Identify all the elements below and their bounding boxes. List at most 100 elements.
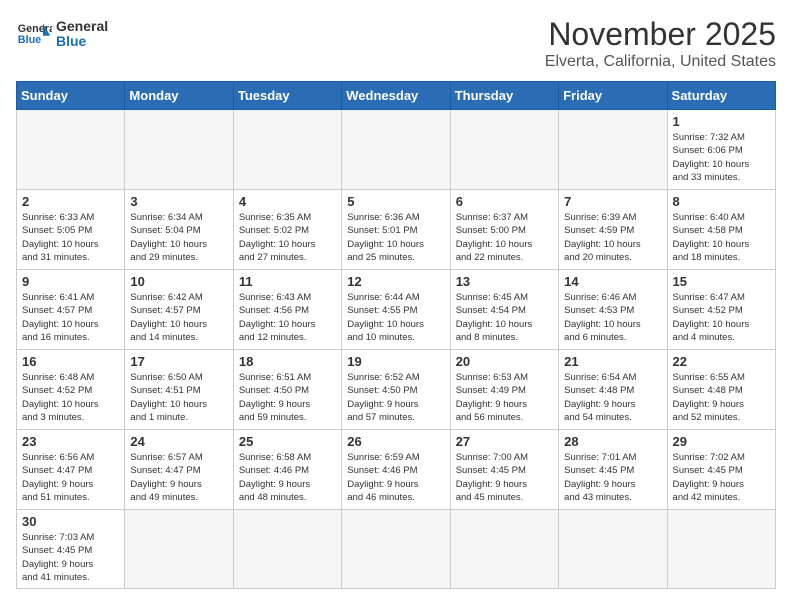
logo-text: General Blue bbox=[56, 19, 108, 50]
day-number: 14 bbox=[564, 274, 661, 289]
calendar-cell: 4 Sunrise: 6:35 AM Sunset: 5:02 PM Daylig… bbox=[233, 190, 341, 270]
day-info: Sunrise: 7:01 AM Sunset: 4:45 PM Dayligh… bbox=[564, 451, 661, 504]
day-info: Sunrise: 6:39 AM Sunset: 4:59 PM Dayligh… bbox=[564, 211, 661, 264]
day-info: Sunrise: 6:54 AM Sunset: 4:48 PM Dayligh… bbox=[564, 371, 661, 424]
day-number: 28 bbox=[564, 434, 661, 449]
day-number: 27 bbox=[456, 434, 553, 449]
day-info: Sunrise: 6:36 AM Sunset: 5:01 PM Dayligh… bbox=[347, 211, 444, 264]
day-info: Sunrise: 6:44 AM Sunset: 4:55 PM Dayligh… bbox=[347, 291, 444, 344]
weekday-header-thursday: Thursday bbox=[450, 82, 558, 110]
calendar-cell: 21 Sunrise: 6:54 AM Sunset: 4:48 PM Dayli… bbox=[559, 350, 667, 430]
day-info: Sunrise: 7:00 AM Sunset: 4:45 PM Dayligh… bbox=[456, 451, 553, 504]
day-number: 21 bbox=[564, 354, 661, 369]
day-info: Sunrise: 6:51 AM Sunset: 4:50 PM Dayligh… bbox=[239, 371, 336, 424]
weekday-header-wednesday: Wednesday bbox=[342, 82, 450, 110]
day-info: Sunrise: 6:45 AM Sunset: 4:54 PM Dayligh… bbox=[456, 291, 553, 344]
calendar-cell bbox=[559, 110, 667, 190]
day-number: 16 bbox=[22, 354, 119, 369]
day-info: Sunrise: 6:50 AM Sunset: 4:51 PM Dayligh… bbox=[130, 371, 227, 424]
day-number: 1 bbox=[673, 114, 770, 129]
calendar-cell bbox=[233, 510, 341, 589]
calendar-cell bbox=[667, 510, 775, 589]
day-info: Sunrise: 6:35 AM Sunset: 5:02 PM Dayligh… bbox=[239, 211, 336, 264]
day-number: 4 bbox=[239, 194, 336, 209]
calendar-cell: 7Sunrise: 6:39 AM Sunset: 4:59 PM Daylig… bbox=[559, 190, 667, 270]
day-info: Sunrise: 6:52 AM Sunset: 4:50 PM Dayligh… bbox=[347, 371, 444, 424]
day-info: Sunrise: 6:34 AM Sunset: 5:04 PM Dayligh… bbox=[130, 211, 227, 264]
calendar-cell: 27 Sunrise: 7:00 AM Sunset: 4:45 PM Dayli… bbox=[450, 430, 558, 510]
day-number: 5 bbox=[347, 194, 444, 209]
day-number: 23 bbox=[22, 434, 119, 449]
day-info: Sunrise: 6:41 AM Sunset: 4:57 PM Dayligh… bbox=[22, 291, 119, 344]
calendar-cell: 11 Sunrise: 6:43 AM Sunset: 4:56 PM Dayli… bbox=[233, 270, 341, 350]
day-number: 25 bbox=[239, 434, 336, 449]
calendar-cell: 22 Sunrise: 6:55 AM Sunset: 4:48 PM Dayli… bbox=[667, 350, 775, 430]
page-header: General Blue General Blue November 2025 … bbox=[16, 16, 776, 71]
weekday-header-sunday: Sunday bbox=[17, 82, 125, 110]
day-number: 8 bbox=[673, 194, 770, 209]
calendar-cell: 9Sunrise: 6:41 AM Sunset: 4:57 PM Daylig… bbox=[17, 270, 125, 350]
calendar: SundayMondayTuesdayWednesdayThursdayFrid… bbox=[16, 81, 776, 589]
calendar-cell bbox=[233, 110, 341, 190]
day-number: 10 bbox=[130, 274, 227, 289]
day-number: 11 bbox=[239, 274, 336, 289]
calendar-cell: 2 Sunrise: 6:33 AM Sunset: 5:05 PM Daylig… bbox=[17, 190, 125, 270]
calendar-cell: 1 Sunrise: 7:32 AM Sunset: 6:06 PM Daylig… bbox=[667, 110, 775, 190]
day-info: Sunrise: 6:43 AM Sunset: 4:56 PM Dayligh… bbox=[239, 291, 336, 344]
day-info: Sunrise: 6:56 AM Sunset: 4:47 PM Dayligh… bbox=[22, 451, 119, 504]
day-number: 26 bbox=[347, 434, 444, 449]
calendar-cell: 5 Sunrise: 6:36 AM Sunset: 5:01 PM Daylig… bbox=[342, 190, 450, 270]
day-number: 30 bbox=[22, 514, 119, 529]
day-number: 29 bbox=[673, 434, 770, 449]
calendar-cell: 10 Sunrise: 6:42 AM Sunset: 4:57 PM Dayli… bbox=[125, 270, 233, 350]
month-title: November 2025 bbox=[545, 16, 776, 53]
day-info: Sunrise: 6:48 AM Sunset: 4:52 PM Dayligh… bbox=[22, 371, 119, 424]
svg-text:Blue: Blue bbox=[18, 34, 41, 46]
day-info: Sunrise: 6:33 AM Sunset: 5:05 PM Dayligh… bbox=[22, 211, 119, 264]
day-info: Sunrise: 6:55 AM Sunset: 4:48 PM Dayligh… bbox=[673, 371, 770, 424]
calendar-cell: 3 Sunrise: 6:34 AM Sunset: 5:04 PM Daylig… bbox=[125, 190, 233, 270]
calendar-cell: 24Sunrise: 6:57 AM Sunset: 4:47 PM Dayli… bbox=[125, 430, 233, 510]
calendar-cell bbox=[125, 110, 233, 190]
calendar-cell bbox=[342, 110, 450, 190]
day-number: 22 bbox=[673, 354, 770, 369]
day-info: Sunrise: 6:59 AM Sunset: 4:46 PM Dayligh… bbox=[347, 451, 444, 504]
calendar-cell bbox=[450, 510, 558, 589]
location-title: Elverta, California, United States bbox=[545, 53, 776, 71]
logo: General Blue General Blue bbox=[16, 16, 108, 52]
calendar-cell: 18 Sunrise: 6:51 AM Sunset: 4:50 PM Dayli… bbox=[233, 350, 341, 430]
calendar-cell bbox=[17, 110, 125, 190]
day-info: Sunrise: 6:46 AM Sunset: 4:53 PM Dayligh… bbox=[564, 291, 661, 344]
weekday-header-monday: Monday bbox=[125, 82, 233, 110]
calendar-cell: 26 Sunrise: 6:59 AM Sunset: 4:46 PM Dayli… bbox=[342, 430, 450, 510]
calendar-cell: 6Sunrise: 6:37 AM Sunset: 5:00 PM Daylig… bbox=[450, 190, 558, 270]
day-number: 18 bbox=[239, 354, 336, 369]
day-info: Sunrise: 6:40 AM Sunset: 4:58 PM Dayligh… bbox=[673, 211, 770, 264]
calendar-cell: 29Sunrise: 7:02 AM Sunset: 4:45 PM Dayli… bbox=[667, 430, 775, 510]
day-info: Sunrise: 7:03 AM Sunset: 4:45 PM Dayligh… bbox=[22, 531, 119, 584]
day-number: 13 bbox=[456, 274, 553, 289]
calendar-cell: 16 Sunrise: 6:48 AM Sunset: 4:52 PM Dayli… bbox=[17, 350, 125, 430]
day-number: 20 bbox=[456, 354, 553, 369]
calendar-cell: 23 Sunrise: 6:56 AM Sunset: 4:47 PM Dayli… bbox=[17, 430, 125, 510]
day-number: 15 bbox=[673, 274, 770, 289]
calendar-cell bbox=[559, 510, 667, 589]
day-info: Sunrise: 7:32 AM Sunset: 6:06 PM Dayligh… bbox=[673, 131, 770, 184]
day-number: 3 bbox=[130, 194, 227, 209]
day-info: Sunrise: 6:42 AM Sunset: 4:57 PM Dayligh… bbox=[130, 291, 227, 344]
calendar-cell: 17Sunrise: 6:50 AM Sunset: 4:51 PM Dayli… bbox=[125, 350, 233, 430]
calendar-cell bbox=[450, 110, 558, 190]
day-info: Sunrise: 6:37 AM Sunset: 5:00 PM Dayligh… bbox=[456, 211, 553, 264]
calendar-cell: 30 Sunrise: 7:03 AM Sunset: 4:45 PM Dayli… bbox=[17, 510, 125, 589]
day-number: 19 bbox=[347, 354, 444, 369]
day-info: Sunrise: 6:57 AM Sunset: 4:47 PM Dayligh… bbox=[130, 451, 227, 504]
calendar-cell: 28 Sunrise: 7:01 AM Sunset: 4:45 PM Dayli… bbox=[559, 430, 667, 510]
title-section: November 2025 Elverta, California, Unite… bbox=[545, 16, 776, 71]
day-info: Sunrise: 6:53 AM Sunset: 4:49 PM Dayligh… bbox=[456, 371, 553, 424]
day-number: 12 bbox=[347, 274, 444, 289]
weekday-header-saturday: Saturday bbox=[667, 82, 775, 110]
day-number: 2 bbox=[22, 194, 119, 209]
calendar-cell: 15Sunrise: 6:47 AM Sunset: 4:52 PM Dayli… bbox=[667, 270, 775, 350]
day-info: Sunrise: 6:58 AM Sunset: 4:46 PM Dayligh… bbox=[239, 451, 336, 504]
calendar-cell bbox=[125, 510, 233, 589]
